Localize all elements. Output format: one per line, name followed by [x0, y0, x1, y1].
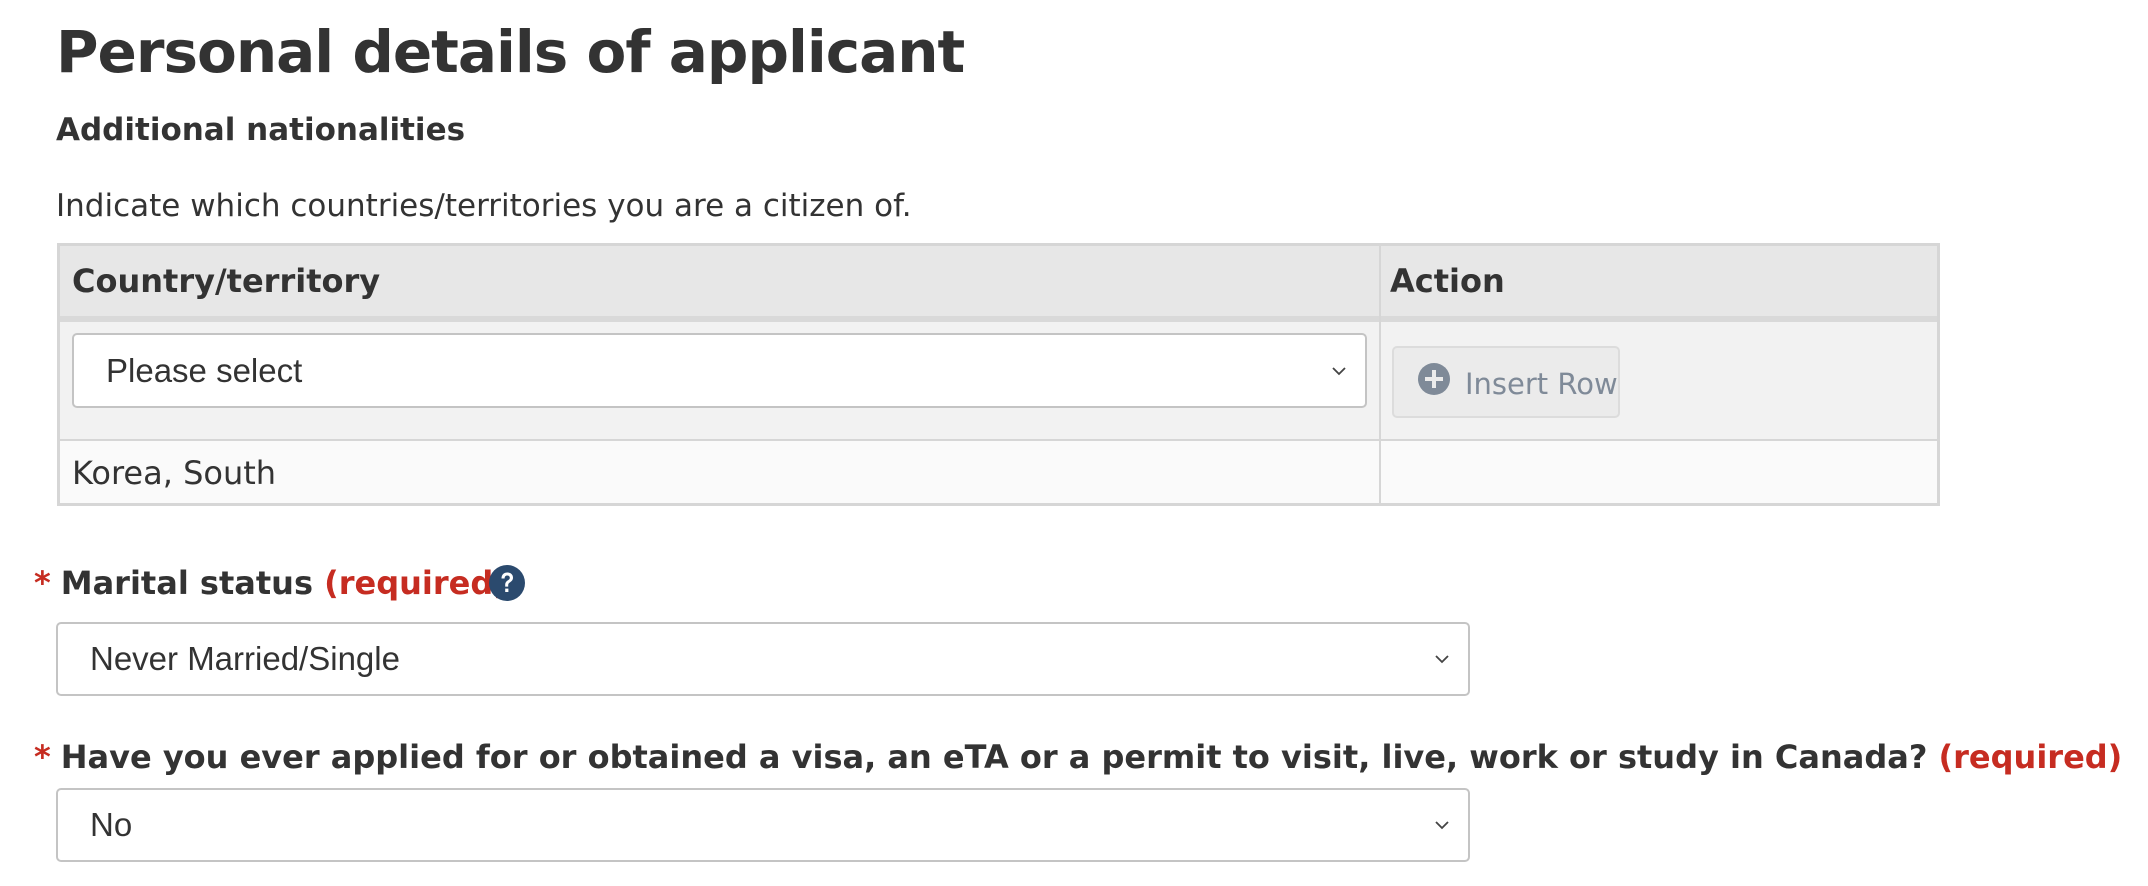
- required-indicator: (required): [324, 564, 508, 602]
- table-row: Korea, South: [60, 441, 1937, 503]
- required-asterisk: *: [34, 738, 51, 776]
- marital-status-select[interactable]: Never Married/Single: [56, 622, 1470, 696]
- column-header-action: Action: [1390, 262, 1505, 300]
- column-divider: [1379, 246, 1381, 503]
- table-row-entry: Please select Insert Row: [60, 322, 1937, 441]
- table-cell-country: Korea, South: [72, 454, 277, 492]
- chevron-down-icon: [1332, 366, 1346, 375]
- required-indicator: (required): [1938, 738, 2123, 776]
- nationalities-table: Country/territory Action Please select I…: [57, 243, 1940, 506]
- previous-application-label: * Have you ever applied for or obtained a…: [34, 735, 2122, 779]
- marital-status-label: * Marital status (required): [34, 561, 508, 605]
- marital-status-label-text: Marital status: [60, 564, 313, 602]
- insert-row-label: Insert Row: [1465, 367, 1618, 401]
- additional-nationalities-heading: Additional nationalities: [56, 112, 466, 148]
- column-header-country: Country/territory: [72, 262, 381, 300]
- previous-application-value: No: [90, 806, 133, 843]
- chevron-down-icon: [1435, 821, 1449, 830]
- required-asterisk: *: [34, 564, 51, 602]
- table-header: Country/territory Action: [60, 246, 1937, 322]
- page-title: Personal details of applicant: [56, 18, 965, 86]
- marital-status-value: Never Married/Single: [90, 640, 400, 677]
- nationalities-instructions: Indicate which countries/territories you…: [56, 188, 912, 224]
- insert-row-button[interactable]: Insert Row: [1392, 346, 1620, 418]
- country-select-value: Please select: [106, 351, 303, 389]
- country-select[interactable]: Please select: [72, 333, 1367, 408]
- question-circle-icon[interactable]: [488, 564, 526, 602]
- previous-application-label-text: Have you ever applied for or obtained a …: [60, 738, 1928, 776]
- chevron-down-icon: [1435, 655, 1449, 664]
- previous-application-select[interactable]: No: [56, 788, 1470, 862]
- plus-circle-icon: [1418, 363, 1450, 395]
